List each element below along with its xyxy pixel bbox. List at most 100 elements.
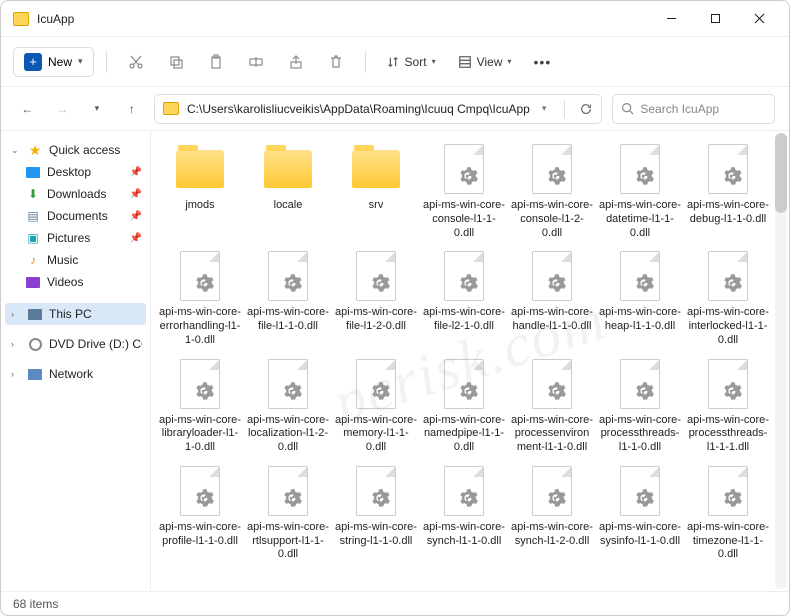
maximize-button[interactable] [693,3,737,35]
file-item[interactable]: api-ms-win-core-libraryloader-l1-1-0.dll [157,356,243,457]
paste-button[interactable] [199,45,233,79]
file-item[interactable]: api-ms-win-core-string-l1-1-0.dll [333,463,419,564]
up-button[interactable]: ↑ [119,96,144,122]
folder-item[interactable]: srv [333,141,419,242]
address-input[interactable]: C:\Users\karolisliucveikis\AppData\Roami… [154,94,602,124]
item-label: api-ms-win-core-processthreads-l1-1-0.dl… [599,414,681,455]
file-item[interactable]: api-ms-win-core-profile-l1-1-0.dll [157,463,243,564]
dll-icon [708,359,748,409]
chevron-down-icon[interactable]: ▾ [538,103,551,114]
file-item[interactable]: api-ms-win-core-memory-l1-1-0.dll [333,356,419,457]
scrollbar[interactable] [775,133,787,589]
chevron-down-icon: ▾ [507,57,511,66]
item-label: api-ms-win-core-synch-l1-2-0.dll [511,521,593,549]
sort-label: Sort [405,55,427,69]
file-item[interactable]: api-ms-win-core-processenvironment-l1-1-… [509,356,595,457]
sidebar-item-desktop[interactable]: Desktop 📌 [5,161,146,183]
forward-button[interactable]: → [50,96,75,122]
share-button[interactable] [279,45,313,79]
file-item[interactable]: api-ms-win-core-interlocked-l1-1-0.dll [685,248,771,349]
chevron-down-icon[interactable]: ⌄ [11,145,21,156]
new-button[interactable]: + New ▾ [13,47,94,77]
cut-button[interactable] [119,45,153,79]
file-item[interactable]: api-ms-win-core-localization-l1-2-0.dll [245,356,331,457]
sidebar-network[interactable]: › Network [5,363,146,385]
minimize-button[interactable] [649,3,693,35]
item-count: 68 items [13,597,58,611]
disc-icon [29,338,42,351]
file-item[interactable]: api-ms-win-core-console-l1-2-0.dll [509,141,595,242]
sidebar-this-pc[interactable]: › This PC [5,303,146,325]
dll-icon [532,466,572,516]
search-input[interactable]: Search IcuApp [612,94,775,124]
sidebar-item-downloads[interactable]: ⬇ Downloads 📌 [5,183,146,205]
file-item[interactable]: api-ms-win-core-processthreads-l1-1-0.dl… [597,356,683,457]
dll-icon [356,359,396,409]
dll-icon [708,144,748,194]
sort-button[interactable]: Sort ▾ [378,55,444,69]
item-label: api-ms-win-core-memory-l1-1-0.dll [335,414,417,455]
item-label: api-ms-win-core-profile-l1-1-0.dll [159,521,241,549]
delete-button[interactable] [319,45,353,79]
file-item[interactable]: api-ms-win-core-file-l1-1-0.dll [245,248,331,349]
item-label: api-ms-win-core-file-l1-1-0.dll [247,306,329,334]
chevron-right-icon[interactable]: › [11,339,21,349]
folder-item[interactable]: jmods [157,141,243,242]
folder-item[interactable]: locale [245,141,331,242]
item-label: api-ms-win-core-interlocked-l1-1-0.dll [687,306,769,347]
sidebar-quick-access[interactable]: ⌄ ★ Quick access [5,139,146,161]
rename-button[interactable] [239,45,273,79]
file-item[interactable]: api-ms-win-core-file-l1-2-0.dll [333,248,419,349]
sidebar-item-documents[interactable]: ▤ Documents 📌 [5,205,146,227]
file-item[interactable]: api-ms-win-core-file-l2-1-0.dll [421,248,507,349]
view-icon [458,55,472,69]
sidebar-dvd-drive[interactable]: › DVD Drive (D:) CCCC [5,333,146,355]
sidebar-item-pictures[interactable]: ▣ Pictures 📌 [5,227,146,249]
file-item[interactable]: api-ms-win-core-debug-l1-1-0.dll [685,141,771,242]
file-item[interactable]: api-ms-win-core-synch-l1-2-0.dll [509,463,595,564]
back-button[interactable]: ← [15,96,40,122]
chevron-down-icon: ▾ [432,57,436,66]
view-button[interactable]: View ▾ [450,55,520,69]
file-item[interactable]: api-ms-win-core-handle-l1-1-0.dll [509,248,595,349]
file-item[interactable]: api-ms-win-core-processthreads-l1-1-1.dl… [685,356,771,457]
sidebar-item-videos[interactable]: Videos [5,271,146,293]
item-label: api-ms-win-core-processthreads-l1-1-1.dl… [687,414,769,455]
videos-icon [26,277,40,288]
sort-icon [386,55,400,69]
more-button[interactable]: ••• [525,45,559,79]
copy-button[interactable] [159,45,193,79]
dll-icon [532,359,572,409]
pc-icon [28,309,42,320]
chevron-right-icon[interactable]: › [11,309,21,319]
titlebar[interactable]: IcuApp [1,1,789,37]
dll-icon [444,466,484,516]
file-item[interactable]: api-ms-win-core-timezone-l1-1-0.dll [685,463,771,564]
dll-icon [708,251,748,301]
sidebar-item-music[interactable]: ♪ Music [5,249,146,271]
item-label: api-ms-win-core-localization-l1-2-0.dll [247,414,329,455]
star-icon: ★ [27,143,43,157]
file-item[interactable]: api-ms-win-core-errorhandling-l1-1-0.dll [157,248,243,349]
chevron-down-icon[interactable]: ▾ [85,96,110,122]
file-list[interactable]: jmodslocalesrvapi-ms-win-core-console-l1… [151,131,789,591]
item-label: api-ms-win-core-file-l2-1-0.dll [423,306,505,334]
item-label: api-ms-win-core-timezone-l1-1-0.dll [687,521,769,562]
file-item[interactable]: api-ms-win-core-namedpipe-l1-1-0.dll [421,356,507,457]
file-item[interactable]: api-ms-win-core-sysinfo-l1-1-0.dll [597,463,683,564]
file-item[interactable]: api-ms-win-core-console-l1-1-0.dll [421,141,507,242]
item-label: api-ms-win-core-synch-l1-1-0.dll [423,521,505,549]
dll-icon [268,251,308,301]
file-item[interactable]: api-ms-win-core-heap-l1-1-0.dll [597,248,683,349]
file-item[interactable]: api-ms-win-core-synch-l1-1-0.dll [421,463,507,564]
scrollbar-thumb[interactable] [775,133,787,213]
chevron-right-icon[interactable]: › [11,369,21,379]
file-item[interactable]: api-ms-win-core-rtlsupport-l1-1-0.dll [245,463,331,564]
item-label: api-ms-win-core-datetime-l1-1-0.dll [599,199,681,240]
item-label: api-ms-win-core-handle-l1-1-0.dll [511,306,593,334]
refresh-icon[interactable] [579,102,593,116]
dll-icon [532,251,572,301]
file-item[interactable]: api-ms-win-core-datetime-l1-1-0.dll [597,141,683,242]
close-button[interactable] [737,3,781,35]
item-label: jmods [185,199,214,213]
